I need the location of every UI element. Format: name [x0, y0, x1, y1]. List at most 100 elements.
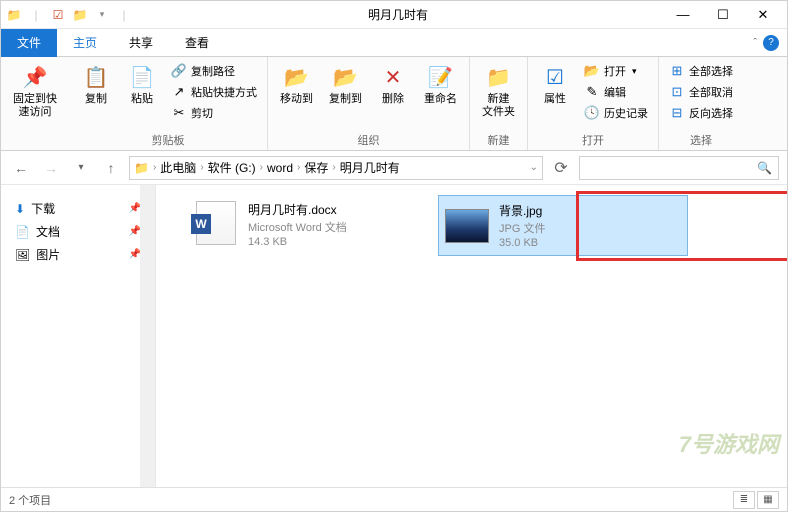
breadcrumb-box[interactable]: 📁 › 此电脑 › 软件 (G:) › word › 保存 › 明月几时有 ⌄ [129, 156, 543, 180]
delete-button[interactable]: ✕ 删除 [372, 61, 414, 108]
sidebar-item-downloads[interactable]: ⬇ 下载 📌 [7, 197, 149, 220]
item-count: 2 个项目 [9, 492, 51, 508]
tab-view[interactable]: 查看 [169, 29, 225, 57]
file-item-jpg[interactable]: 背景.jpg JPG 文件 35.0 KB [438, 195, 688, 256]
ribbon-collapse-icon[interactable]: ˆ [753, 37, 757, 49]
history-button[interactable]: 🕓历史记录 [580, 103, 652, 123]
qat-sep: | [27, 6, 45, 24]
select-all-button[interactable]: ⊞全部选择 [665, 61, 737, 81]
details-view-button[interactable]: ≣ [733, 491, 755, 509]
edit-button[interactable]: ✎编辑 [580, 82, 652, 102]
copy-button[interactable]: 📋 复制 [75, 61, 117, 108]
move-to-button[interactable]: 📂 移动到 [274, 61, 319, 108]
downloads-icon: ⬇ [15, 202, 25, 216]
crumb-save[interactable]: 保存 [300, 159, 332, 176]
recent-dropdown[interactable]: ▾ [69, 156, 93, 180]
help-icon[interactable]: ? [763, 35, 779, 51]
properties-icon: ☑ [541, 63, 569, 91]
minimize-button[interactable]: — [663, 1, 703, 29]
explorer-window: 📁 | ☑ 📁 ▾ | 明月几时有 — ☐ ✕ 文件 主页 共享 查看 ˆ ? … [0, 0, 788, 512]
forward-button[interactable]: → [39, 156, 63, 180]
titlebar: 📁 | ☑ 📁 ▾ | 明月几时有 — ☐ ✕ [1, 1, 787, 29]
select-none-button[interactable]: ⊡全部取消 [665, 82, 737, 102]
main-area: ⬇ 下载 📌 📄 文档 📌 🖼 图片 📌 明月几时有.d [1, 185, 787, 487]
select-group-label: 选择 [665, 131, 737, 148]
folder-icon: 📁 [5, 6, 23, 24]
addr-folder-icon: 📁 [134, 161, 149, 175]
statusbar: 2 个项目 ≣ ▦ [1, 487, 787, 511]
address-bar: ← → ▾ ↑ 📁 › 此电脑 › 软件 (G:) › word › 保存 › … [1, 151, 787, 185]
select-all-icon: ⊞ [669, 63, 685, 79]
tab-file[interactable]: 文件 [1, 29, 57, 57]
cut-button[interactable]: ✂剪切 [167, 103, 261, 123]
edit-icon: ✎ [584, 84, 600, 100]
ribbon-open-group: ☑ 属性 📂打开▾ ✎编辑 🕓历史记录 打开 [528, 57, 659, 150]
shortcut-icon: ↗ [171, 84, 187, 100]
window-title: 明月几时有 [133, 6, 663, 23]
ribbon-clipboard-group: 📋 复制 📄 粘贴 🔗复制路径 ↗粘贴快捷方式 ✂剪切 剪贴板 [69, 57, 268, 150]
up-button[interactable]: ↑ [99, 156, 123, 180]
invert-selection-button[interactable]: ⊟反向选择 [665, 103, 737, 123]
crumb-current[interactable]: 明月几时有 [336, 159, 404, 176]
pin-quick-access-button[interactable]: 📌 固定到快 速访问 [7, 61, 63, 121]
open-icon: 📂 [584, 63, 600, 79]
cut-icon: ✂ [171, 105, 187, 121]
menubar: 文件 主页 共享 查看 ˆ ? [1, 29, 787, 57]
watermark: 7号游戏网 [679, 427, 779, 459]
pin-icon: 📌 [21, 63, 49, 91]
open-button[interactable]: 📂打开▾ [580, 61, 652, 81]
word-file-icon [194, 201, 238, 245]
sidebar: ⬇ 下载 📌 📄 文档 📌 🖼 图片 📌 [1, 185, 156, 487]
history-icon: 🕓 [584, 105, 600, 121]
ribbon: 📌 固定到快 速访问 📋 复制 📄 粘贴 🔗复制路径 ↗粘贴快捷方式 ✂剪 [1, 57, 787, 151]
clipboard-group-label: 剪贴板 [75, 131, 261, 148]
search-input[interactable]: 🔍 [579, 156, 779, 180]
crumb-drive[interactable]: 软件 (G:) [204, 159, 260, 176]
qat-dropdown-icon[interactable]: ▾ [93, 6, 111, 24]
addr-dropdown-icon[interactable]: ⌄ [530, 162, 538, 173]
tab-share[interactable]: 共享 [113, 29, 169, 57]
organize-group-label: 组织 [274, 131, 463, 148]
ribbon-quick-access: 📌 固定到快 速访问 [1, 57, 69, 150]
sidebar-item-pictures[interactable]: 🖼 图片 📌 [7, 243, 149, 266]
new-folder-icon: 📁 [485, 63, 513, 91]
paste-shortcut-button[interactable]: ↗粘贴快捷方式 [167, 82, 261, 102]
jpg-thumbnail [445, 202, 489, 246]
copy-icon: 📋 [82, 63, 110, 91]
paste-icon: 📄 [128, 63, 156, 91]
new-folder-qat-icon[interactable]: 📁 [71, 6, 89, 24]
file-item-docx[interactable]: 明月几时有.docx Microsoft Word 文档 14.3 KB [188, 195, 438, 256]
rename-button[interactable]: 📝 重命名 [418, 61, 463, 108]
delete-icon: ✕ [379, 63, 407, 91]
path-icon: 🔗 [171, 63, 187, 79]
rename-icon: 📝 [427, 63, 455, 91]
sidebar-scrollbar[interactable] [140, 185, 155, 487]
properties-button[interactable]: ☑ 属性 [534, 61, 576, 108]
file-panel[interactable]: 明月几时有.docx Microsoft Word 文档 14.3 KB 背景.… [156, 185, 787, 487]
crumb-pc[interactable]: 此电脑 [156, 159, 200, 176]
documents-icon: 📄 [15, 225, 30, 239]
qat-sep2: | [115, 6, 133, 24]
move-icon: 📂 [283, 63, 311, 91]
search-icon: 🔍 [757, 161, 772, 175]
select-none-icon: ⊡ [669, 84, 685, 100]
copy-path-button[interactable]: 🔗复制路径 [167, 61, 261, 81]
icons-view-button[interactable]: ▦ [757, 491, 779, 509]
pictures-icon: 🖼 [15, 248, 30, 262]
sidebar-item-documents[interactable]: 📄 文档 📌 [7, 220, 149, 243]
open-group-label: 打开 [534, 131, 652, 148]
ribbon-organize-group: 📂 移动到 📂 复制到 ✕ 删除 📝 重命名 组织 [268, 57, 470, 150]
maximize-button[interactable]: ☐ [703, 1, 743, 29]
tab-home[interactable]: 主页 [57, 29, 113, 57]
copyto-icon: 📂 [332, 63, 360, 91]
new-folder-button[interactable]: 📁 新建 文件夹 [476, 61, 521, 121]
crumb-word[interactable]: word [263, 161, 297, 175]
ribbon-select-group: ⊞全部选择 ⊡全部取消 ⊟反向选择 选择 [659, 57, 743, 150]
back-button[interactable]: ← [9, 156, 33, 180]
properties-qat-icon[interactable]: ☑ [49, 6, 67, 24]
close-button[interactable]: ✕ [743, 1, 783, 29]
copy-to-button[interactable]: 📂 复制到 [323, 61, 368, 108]
invert-icon: ⊟ [669, 105, 685, 121]
refresh-button[interactable]: ⟳ [549, 156, 573, 180]
paste-button[interactable]: 📄 粘贴 [121, 61, 163, 108]
